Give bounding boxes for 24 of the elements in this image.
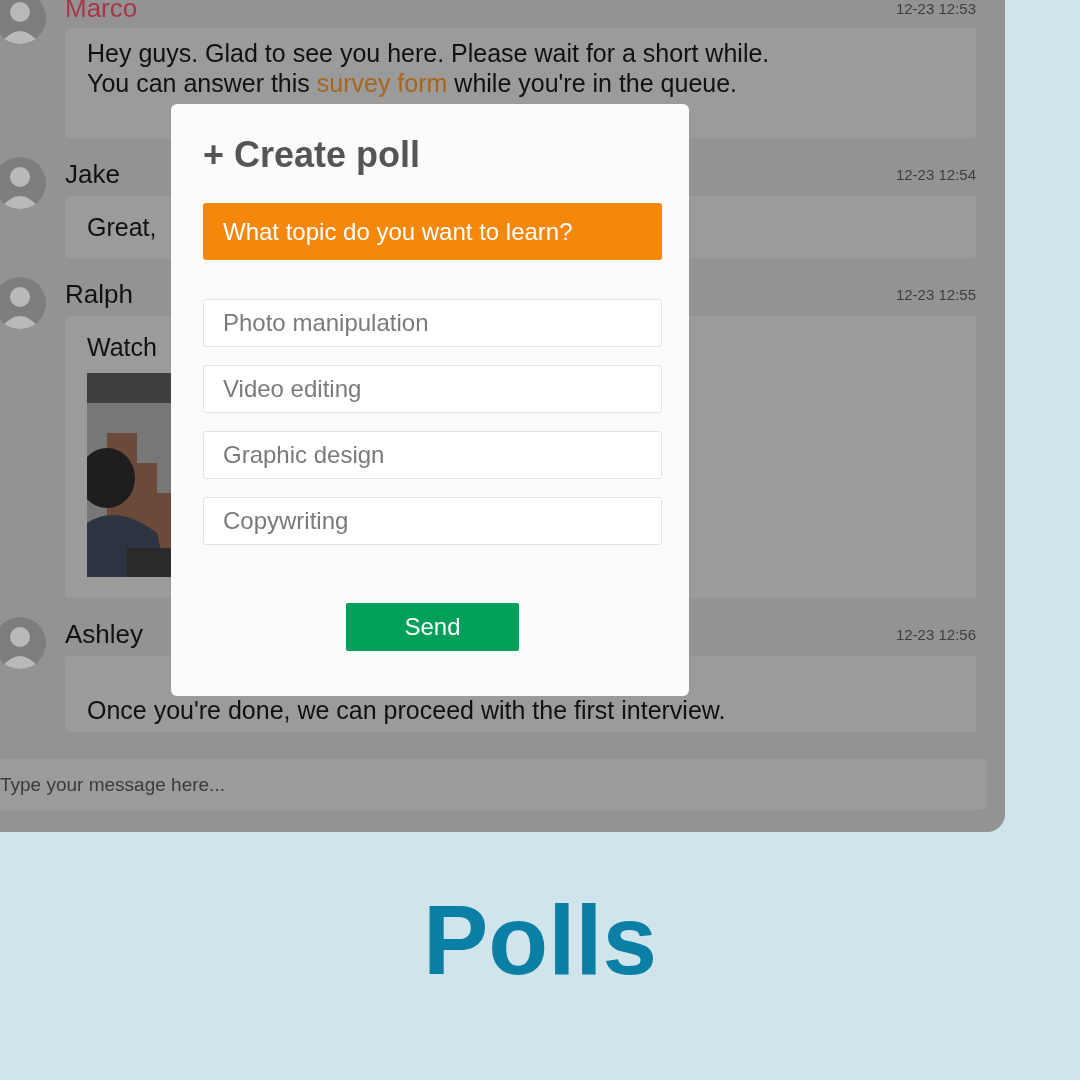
option-field[interactable]: Video editing bbox=[203, 365, 662, 413]
avatar bbox=[0, 617, 46, 669]
avatar bbox=[0, 157, 46, 209]
avatar bbox=[0, 0, 46, 44]
timestamp: 12-23 12:53 bbox=[895, 0, 976, 17]
timestamp: 12-23 12:55 bbox=[895, 286, 976, 303]
message-text: Once you're done, we can proceed with the first interview. bbox=[87, 695, 726, 726]
timestamp: 12-23 12:56 bbox=[895, 626, 976, 643]
message-input[interactable]: Type your message here... bbox=[0, 759, 987, 810]
dialog-title: + Create poll bbox=[203, 134, 422, 176]
message-text: Watch bbox=[87, 332, 157, 363]
message-text: Great, bbox=[87, 212, 157, 243]
sender-name: Ashley bbox=[65, 619, 144, 650]
option-field[interactable]: Photo manipulation bbox=[203, 299, 662, 347]
message-text: Hey guys. Glad to see you here. Please wait for a short while. You can answer this survey form while you're in the queue. bbox=[87, 38, 771, 98]
caption: Polls bbox=[421, 884, 659, 997]
send-button[interactable]: Send bbox=[346, 603, 519, 651]
avatar bbox=[0, 277, 46, 329]
sender-name: Ralph bbox=[65, 279, 133, 310]
question-banner: What topic do you want to learn? bbox=[203, 203, 662, 260]
option-field[interactable]: Copywriting bbox=[203, 497, 662, 545]
sender-name: Jake bbox=[65, 159, 120, 190]
timestamp: 12-23 12:54 bbox=[895, 166, 976, 183]
option-field[interactable]: Graphic design bbox=[203, 431, 662, 479]
